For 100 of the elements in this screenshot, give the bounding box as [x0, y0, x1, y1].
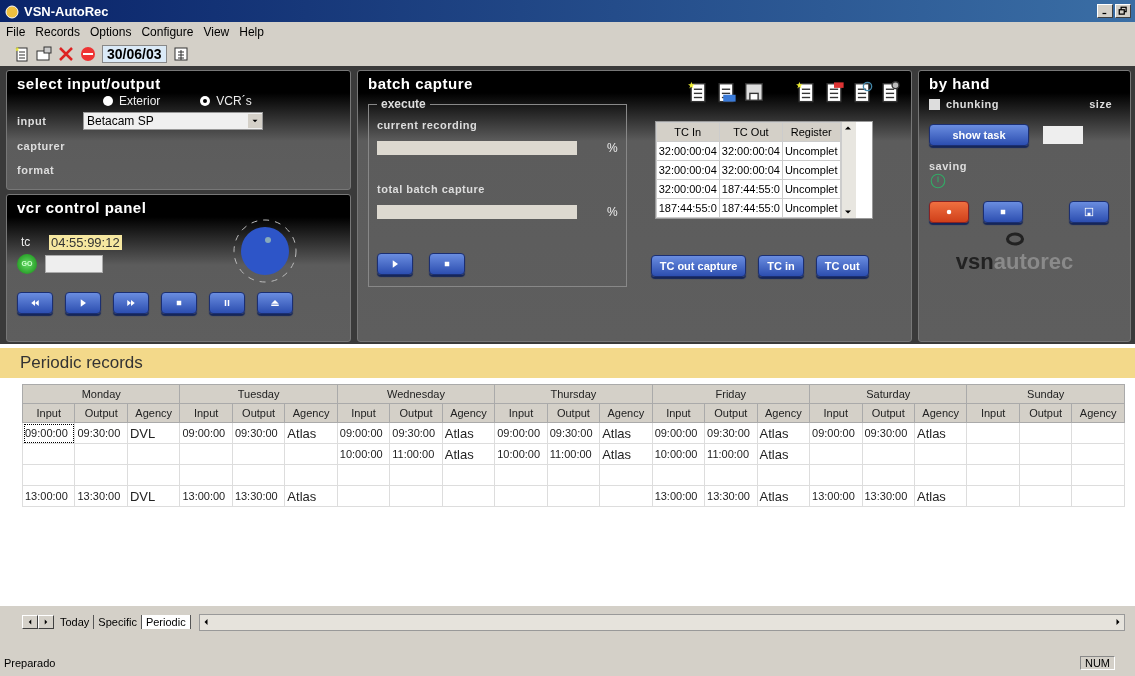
- status-text: Preparado: [4, 657, 56, 669]
- table-cell[interactable]: 10:00:00: [494, 443, 548, 465]
- table-cell[interactable]: 09:00:00: [652, 422, 705, 444]
- window-title: VSN-AutoRec: [24, 3, 109, 19]
- search-document-icon: [851, 81, 873, 103]
- date-field[interactable]: 30/06/03: [102, 45, 167, 63]
- table-cell: 11:00:00: [704, 443, 758, 465]
- play-button[interactable]: [65, 292, 101, 314]
- section-title: Periodic records: [0, 348, 1135, 378]
- table-cell[interactable]: 09:00:00: [179, 422, 233, 444]
- stop-button[interactable]: [429, 253, 465, 275]
- document-settings-icon: [879, 81, 901, 103]
- size-field[interactable]: [1043, 126, 1083, 144]
- table-cell: Uncomplet: [782, 141, 840, 161]
- delete-icon: [58, 46, 74, 62]
- column-header[interactable]: TC Out: [719, 122, 783, 142]
- day-header: Monday: [22, 384, 180, 404]
- pause-button[interactable]: [209, 292, 245, 314]
- power-icon: [929, 172, 947, 190]
- panel-title: batch capture: [368, 75, 473, 92]
- column-header: Input: [22, 403, 75, 423]
- table-cell: Atlas: [914, 422, 967, 444]
- table-cell[interactable]: 13:00:00: [652, 485, 705, 507]
- new-list-icon: [687, 81, 709, 103]
- new-document-icon: [14, 46, 30, 62]
- table-cell: 09:30:00: [704, 422, 758, 444]
- table-cell: Uncomplet: [782, 160, 840, 180]
- fast-forward-button[interactable]: [113, 292, 149, 314]
- rewind-button[interactable]: [17, 292, 53, 314]
- table-cell[interactable]: 13:00:00: [179, 485, 233, 507]
- table-cell: DVL: [127, 485, 180, 507]
- field-label: input: [17, 115, 48, 127]
- table-cell: Atlas: [442, 443, 495, 465]
- sheet-tab[interactable]: Periodic: [141, 615, 191, 629]
- scroll-left-button[interactable]: [22, 615, 38, 629]
- menu-item[interactable]: Configure: [137, 25, 198, 39]
- table-cell: 187:44:55:0: [719, 179, 783, 199]
- table-cell: 13:30:00: [862, 485, 915, 507]
- table-cell[interactable]: 09:00:00: [337, 422, 390, 444]
- record-button[interactable]: [929, 201, 969, 223]
- minimize-button[interactable]: [1097, 4, 1113, 18]
- menu-item[interactable]: View: [199, 25, 234, 39]
- menu-item[interactable]: File: [2, 25, 30, 39]
- stop-button[interactable]: [161, 292, 197, 314]
- menu-item[interactable]: Help: [235, 25, 268, 39]
- table-cell[interactable]: 13:00:00: [22, 485, 75, 507]
- play-button[interactable]: [377, 253, 413, 275]
- erase-document-icon: [823, 81, 845, 103]
- calendar-icon: [172, 46, 189, 62]
- menu-item[interactable]: Records: [31, 25, 85, 39]
- timecode-button[interactable]: TC out capture: [650, 255, 747, 277]
- panel-title: select input/output: [17, 75, 162, 92]
- stop-button[interactable]: [983, 201, 1023, 223]
- table-cell: Uncomplet: [782, 198, 840, 218]
- restore-button[interactable]: [1115, 4, 1131, 18]
- input-dropdown[interactable]: Betacam SP: [83, 112, 263, 130]
- timecode-button[interactable]: TC out: [815, 255, 869, 277]
- table-cell[interactable]: 13:00:00: [809, 485, 862, 507]
- percent-sign: %: [607, 205, 618, 219]
- scroll-right-button[interactable]: [38, 615, 54, 629]
- table-cell: 09:30:00: [74, 422, 128, 444]
- table-cell: 09:30:00: [547, 422, 600, 444]
- table-cell: 13:30:00: [232, 485, 285, 507]
- jog-knob-drawing[interactable]: [230, 216, 300, 286]
- panel-title: vcr control panel: [17, 199, 148, 216]
- table-cell: 13:30:00: [704, 485, 758, 507]
- chunking-checkbox[interactable]: [929, 98, 940, 110]
- save-button[interactable]: [1069, 201, 1109, 223]
- radio-option[interactable]: VCR´s: [200, 94, 252, 108]
- table-cell[interactable]: 09:00:00: [809, 422, 862, 444]
- eject-button[interactable]: [257, 292, 293, 314]
- table-cell: 32:00:00:04: [719, 160, 783, 180]
- table-cell: 32:00:00:04: [656, 160, 720, 180]
- day-header: Thursday: [494, 384, 653, 404]
- timecode-input[interactable]: [45, 254, 103, 273]
- table-cell: 13:30:00: [74, 485, 128, 507]
- status-indicator: NUM: [1079, 656, 1115, 670]
- save-icon: [1083, 206, 1095, 218]
- menu-item[interactable]: Options: [86, 25, 136, 39]
- field-label: saving: [929, 160, 968, 172]
- column-header[interactable]: TC In: [656, 122, 720, 142]
- table-cell[interactable]: 09:00:00: [22, 422, 75, 444]
- rewind-icon: [29, 297, 41, 309]
- open-list-icon: [715, 81, 737, 103]
- group-label: execute: [380, 97, 427, 111]
- timecode-button[interactable]: TC in: [758, 255, 804, 277]
- column-header[interactable]: Register: [782, 122, 840, 142]
- table-cell: 09:30:00: [862, 422, 915, 444]
- app-icon: [4, 3, 20, 19]
- table-cell[interactable]: 10:00:00: [337, 443, 390, 465]
- table-cell: 11:00:00: [547, 443, 600, 465]
- horizontal-scrollbar[interactable]: [198, 613, 1125, 631]
- day-header: Friday: [652, 384, 810, 404]
- show-task-button[interactable]: show task: [929, 124, 1029, 146]
- table-cell: Atlas: [442, 422, 495, 444]
- fast-forward-icon: [125, 297, 137, 309]
- table-cell[interactable]: 10:00:00: [652, 443, 705, 465]
- radio-option[interactable]: Exterior: [103, 94, 161, 108]
- table-cell[interactable]: 09:00:00: [494, 422, 548, 444]
- stop-sign-icon: [80, 46, 96, 62]
